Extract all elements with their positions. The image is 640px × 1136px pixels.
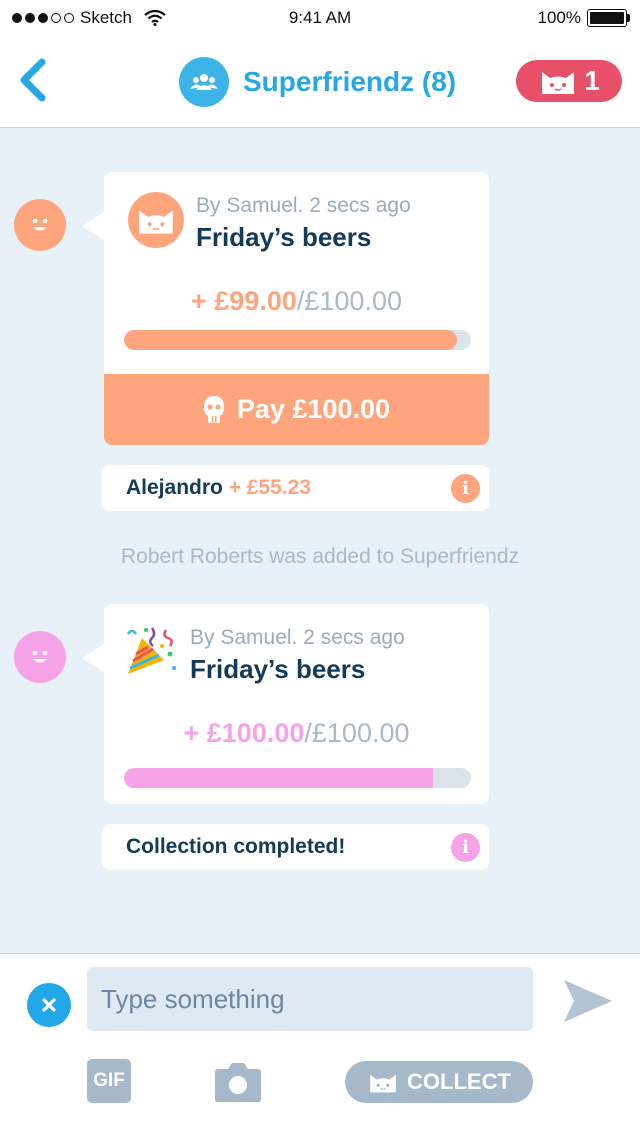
group-title[interactable]: Superfriendz (8) — [179, 57, 456, 107]
contribution-amount: + £55.23 — [228, 476, 312, 499]
collection-card: By Samuel. 2 secs ago Friday’s beers + £… — [82, 172, 489, 445]
battery-percent: 100% — [537, 8, 581, 27]
send-icon[interactable] — [562, 978, 614, 1024]
battery-icon — [587, 9, 630, 27]
collected-amount: + £100.00 — [183, 718, 305, 748]
clear-button[interactable] — [27, 983, 71, 1027]
chevron-left-icon[interactable] — [14, 56, 54, 104]
smiley-icon — [32, 650, 48, 663]
skull-icon — [203, 395, 224, 423]
nav-bar: Superfriendz (8) 1 — [0, 40, 640, 128]
collect-label: COLLECT — [407, 1069, 511, 1094]
contribution-row: Alejandro + £55.23 i — [102, 465, 489, 511]
message-meta: By Samuel. 2 secs ago — [196, 194, 411, 217]
progress-fill — [124, 768, 433, 788]
cat-icon — [542, 72, 575, 94]
group-icon — [179, 57, 229, 107]
party-popper-icon — [126, 627, 176, 674]
target-amount: £100.00 — [304, 286, 402, 316]
collection-status: Collection completed! — [126, 835, 346, 858]
amount-separator: / — [304, 718, 312, 748]
collection-card: By Samuel. 2 secs ago Friday’s beers + £… — [82, 604, 489, 804]
collect-button[interactable]: COLLECT — [345, 1061, 533, 1103]
smiley-icon — [32, 218, 48, 231]
composer: GIF COLLECT — [0, 953, 640, 1136]
progress-fill — [124, 330, 458, 350]
system-message: Robert Roberts was added to Superfriendz — [120, 545, 520, 568]
battery: 100% — [538, 8, 630, 28]
avatar[interactable] — [14, 199, 66, 251]
notification-badge[interactable]: 1 — [516, 60, 622, 102]
card-header: By Samuel. 2 secs ago Friday’s beers — [122, 624, 405, 685]
progress-bar — [124, 330, 471, 350]
cat-icon — [370, 1074, 396, 1093]
info-icon[interactable]: i — [451, 833, 480, 862]
pay-button[interactable]: Pay £100.00 — [104, 374, 489, 445]
badge-count: 1 — [584, 65, 600, 96]
collected-amount: + £99.00 — [191, 286, 297, 316]
card-header: By Samuel. 2 secs ago Friday’s beers — [128, 192, 411, 253]
amount-line: + £100.00/£100.00 — [104, 718, 489, 749]
camera-icon[interactable] — [214, 1059, 262, 1103]
contributor-name: Alejandro — [126, 476, 223, 499]
target-amount: £100.00 — [311, 718, 410, 748]
avatar[interactable] — [14, 631, 66, 683]
status-bar: Sketch 9:41 AM 100% — [0, 0, 640, 40]
info-icon[interactable]: i — [451, 474, 480, 503]
collection-title: Friday’s beers — [190, 654, 366, 684]
gif-button[interactable]: GIF — [87, 1059, 131, 1103]
message-input[interactable] — [87, 967, 533, 1031]
progress-bar — [124, 768, 471, 788]
close-icon — [42, 998, 56, 1012]
collection-title: Friday’s beers — [196, 222, 372, 252]
pay-label: Pay £100.00 — [236, 394, 391, 424]
top-bar: Sketch 9:41 AM 100% Superfriendz (8) 1 — [0, 0, 640, 128]
cat-icon — [128, 192, 184, 248]
message-meta: By Samuel. 2 secs ago — [190, 626, 405, 649]
group-name: Superfriendz (8) — [243, 66, 457, 97]
amount-line: + £99.00/£100.00 — [104, 286, 489, 317]
collection-status-row: Collection completed! i — [102, 824, 489, 870]
